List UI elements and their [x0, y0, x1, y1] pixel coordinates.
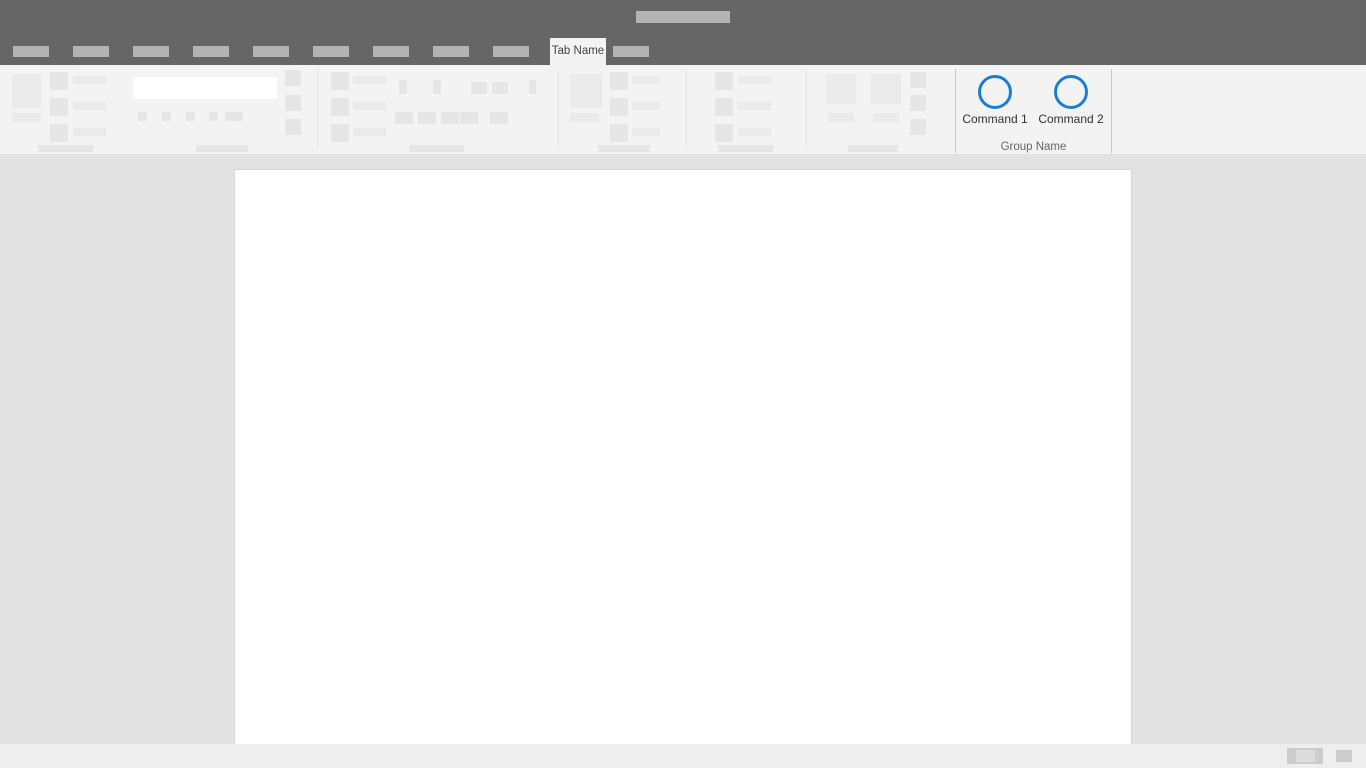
ribbon-item-placeholder-5-4[interactable] — [738, 102, 771, 110]
group-label-placeholder-6 — [848, 145, 898, 152]
command-button-2-label: Command 2 — [1038, 112, 1104, 126]
ribbon-item-placeholder-5-3[interactable] — [715, 98, 733, 116]
tab-placeholder-7[interactable] — [373, 46, 409, 57]
tab-placeholder-4[interactable] — [193, 46, 229, 57]
ribbon-item-placeholder-2-7[interactable] — [285, 70, 301, 86]
ribbon-item-placeholder-1-8[interactable] — [73, 128, 106, 136]
ribbon-item-placeholder-3-14[interactable] — [441, 112, 459, 124]
ribbon-item-placeholder-1-6[interactable] — [73, 102, 106, 110]
status-bar-button-2[interactable] — [1336, 750, 1352, 762]
ribbon-item-placeholder-1-5[interactable] — [50, 98, 68, 116]
ribbon-item-placeholder-5-1[interactable] — [715, 72, 733, 90]
ribbon-item-placeholder-5-6[interactable] — [738, 128, 771, 136]
ribbon-item-placeholder-3-10[interactable] — [492, 82, 508, 94]
ribbon-item-placeholder-2-2[interactable] — [138, 112, 147, 121]
group-label-placeholder-5 — [718, 145, 773, 152]
ribbon-item-placeholder-5-5[interactable] — [715, 124, 733, 142]
status-bar — [0, 744, 1366, 768]
ribbon-item-placeholder-2-5[interactable] — [209, 112, 218, 121]
ribbon-item-placeholder-4-2[interactable] — [570, 113, 599, 122]
tab-placeholder-10[interactable] — [613, 46, 649, 57]
ribbon-item-placeholder-2-9[interactable] — [285, 119, 301, 135]
group-separator — [686, 69, 687, 149]
ribbon-tab-strip[interactable] — [0, 38, 1366, 65]
ribbon-item-placeholder-3-8[interactable] — [433, 80, 441, 94]
tab-active[interactable]: Tab Name — [550, 38, 606, 65]
ribbon-item-placeholder-3-4[interactable] — [353, 102, 386, 110]
ribbon-item-placeholder-3-6[interactable] — [353, 128, 386, 136]
status-bar-button-1-inner — [1296, 750, 1315, 762]
ribbon-item-placeholder-4-5[interactable] — [610, 98, 628, 116]
group-separator — [806, 69, 807, 149]
ribbon-item-placeholder-4-4[interactable] — [632, 76, 660, 84]
tab-placeholder-9[interactable] — [493, 46, 529, 57]
ribbon-item-placeholder-4-6[interactable] — [632, 102, 660, 110]
command-button-1[interactable]: Command 1 — [960, 72, 1030, 130]
ribbon-item-placeholder-6-6[interactable] — [910, 95, 926, 111]
ribbon-item-placeholder-3-11[interactable] — [529, 80, 536, 94]
ribbon-item-placeholder-2-6[interactable] — [225, 112, 243, 121]
group-name-label: Group Name — [1000, 141, 1067, 153]
ribbon-group-named: Command 1 Command 2 Group Name — [955, 65, 1112, 155]
application-window: Tab Name Command 1 Command 2 Group Name — [0, 0, 1366, 768]
window-title-placeholder — [636, 11, 730, 23]
ribbon-item-placeholder-4-3[interactable] — [610, 72, 628, 90]
tab-placeholder-2[interactable] — [73, 46, 109, 57]
command-button-1-label: Command 1 — [962, 112, 1028, 126]
group-label-placeholder-2 — [196, 145, 248, 152]
tab-placeholder-8[interactable] — [433, 46, 469, 57]
ribbon-item-placeholder-1-1[interactable] — [12, 74, 41, 108]
ribbon-item-placeholder-4-7[interactable] — [610, 124, 628, 142]
ribbon-item-placeholder-3-16[interactable] — [490, 112, 508, 124]
tab-placeholder-6[interactable] — [313, 46, 349, 57]
command-button-2[interactable]: Command 2 — [1036, 72, 1106, 130]
ribbon-item-placeholder-3-12[interactable] — [395, 112, 413, 124]
ribbon-item-placeholder-4-1[interactable] — [570, 74, 602, 108]
group-separator — [558, 69, 559, 149]
circle-icon — [1054, 75, 1088, 109]
group-separator — [317, 69, 318, 149]
ribbon-item-placeholder-1-7[interactable] — [50, 124, 68, 142]
ribbon-item-placeholder-3-2[interactable] — [353, 76, 386, 84]
ribbon-item-placeholder-2-8[interactable] — [285, 95, 301, 111]
ribbon-item-placeholder-3-5[interactable] — [331, 124, 349, 142]
ribbon-item-placeholder-2-3[interactable] — [162, 112, 171, 121]
ribbon-item-placeholder-6-4[interactable] — [873, 113, 899, 122]
document-page-canvas[interactable] — [234, 169, 1132, 749]
ribbon-item-placeholder-2-4[interactable] — [186, 112, 195, 121]
ribbon-item-placeholder-1-2[interactable] — [12, 113, 41, 122]
ribbon-item-placeholder-3-1[interactable] — [331, 72, 349, 90]
ribbon-item-placeholder-5-2[interactable] — [738, 76, 771, 84]
ribbon-item-placeholder-3-15[interactable] — [460, 112, 478, 124]
group-label-placeholder-3 — [409, 145, 464, 152]
title-bar — [0, 0, 1366, 38]
ribbon-item-placeholder-1-4[interactable] — [73, 76, 106, 84]
ribbon-item-placeholder-1-3[interactable] — [50, 72, 68, 90]
tab-placeholder-5[interactable] — [253, 46, 289, 57]
circle-icon — [978, 75, 1012, 109]
tab-placeholder-1[interactable] — [13, 46, 49, 57]
ribbon-item-placeholder-3-3[interactable] — [331, 98, 349, 116]
ribbon-item-placeholder-3-9[interactable] — [471, 82, 487, 94]
ribbon-item-placeholder-4-8[interactable] — [632, 128, 660, 136]
group-label-placeholder-1 — [38, 145, 93, 152]
ribbon-item-placeholder-6-1[interactable] — [826, 74, 856, 104]
ribbon-item-placeholder-3-7[interactable] — [399, 80, 407, 94]
ribbon-item-placeholder-6-3[interactable] — [871, 74, 901, 104]
ribbon-item-placeholder-6-7[interactable] — [910, 119, 926, 135]
ribbon-item-placeholder-3-13[interactable] — [418, 112, 436, 124]
tab-placeholder-3[interactable] — [133, 46, 169, 57]
group-label-placeholder-4 — [598, 145, 650, 152]
ribbon-item-placeholder-6-5[interactable] — [910, 72, 926, 88]
ribbon-input-placeholder[interactable] — [133, 77, 277, 99]
ribbon-item-placeholder-6-2[interactable] — [828, 113, 854, 122]
